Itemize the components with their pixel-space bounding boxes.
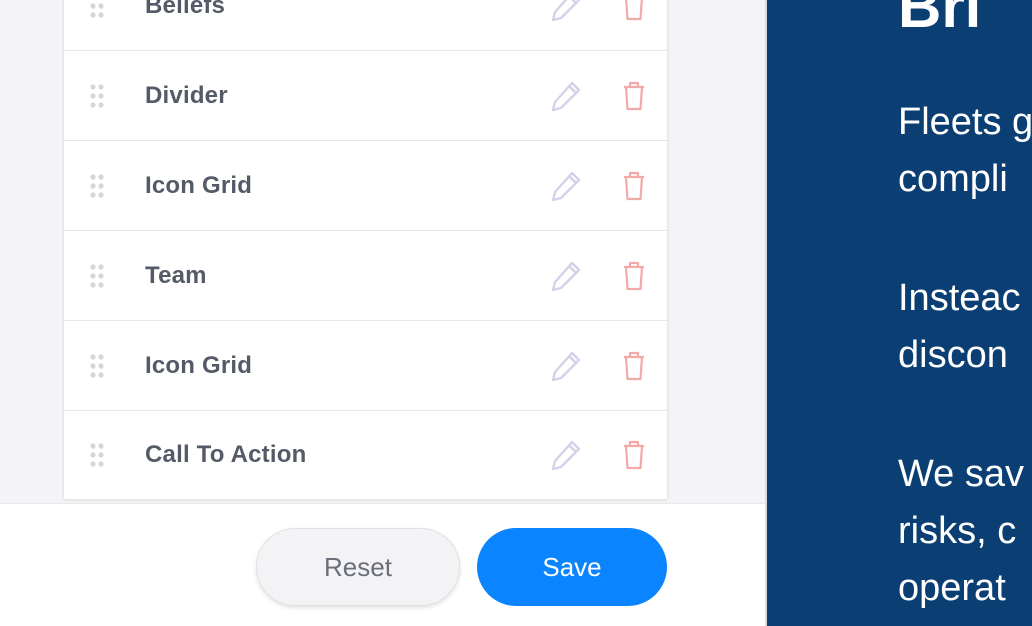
block-list: Beliefs Divider Icon Grid Team Icon Grid… [63,0,668,500]
block-row-divider[interactable]: Divider [64,51,667,141]
delete-button[interactable] [620,260,648,292]
pencil-icon [551,351,581,381]
pencil-icon [551,171,581,201]
preview-paragraph: Fleets g compli [898,94,1032,208]
block-row-team[interactable]: Team [64,231,667,321]
drag-handle-icon[interactable] [89,353,105,379]
block-row-beliefs[interactable]: Beliefs [64,0,667,51]
delete-button[interactable] [620,170,648,202]
edit-button[interactable] [548,78,584,114]
preview-line: operat [898,567,1006,609]
drag-handle-icon[interactable] [89,0,105,19]
pencil-icon [551,261,581,291]
preview-heading: Bri [898,0,982,40]
preview-line: Fleets g [898,101,1032,143]
drag-handle-icon[interactable] [89,173,105,199]
pencil-icon [551,81,581,111]
block-label: Icon Grid [145,171,253,199]
delete-button[interactable] [620,439,648,471]
preview-line: compli [898,158,1008,200]
block-label: Beliefs [145,0,226,19]
reset-button[interactable]: Reset [256,528,460,606]
block-label: Team [145,261,207,289]
block-editor-panel: Beliefs Divider Icon Grid Team Icon Grid… [0,0,765,626]
edit-button[interactable] [548,258,584,294]
pencil-icon [551,440,581,471]
edit-button[interactable] [548,168,584,204]
drag-handle-icon[interactable] [89,263,105,289]
block-row-call-to-action[interactable]: Call To Action [64,411,667,499]
block-row-icon-grid[interactable]: Icon Grid [64,321,667,411]
drag-handle-icon[interactable] [89,442,105,468]
preview-line: Insteac [898,277,1021,319]
block-label: Icon Grid [145,351,253,379]
pencil-icon [551,0,581,21]
edit-button[interactable] [548,0,584,24]
drag-handle-icon[interactable] [89,83,105,109]
block-label: Divider [145,81,228,109]
trash-icon [624,261,644,290]
trash-icon [624,171,644,200]
block-label: Call To Action [145,441,307,468]
trash-icon [625,0,643,20]
block-row-icon-grid[interactable]: Icon Grid [64,141,667,231]
trash-icon [624,81,644,110]
page-preview: Bri Fleets g compli Insteac discon We sa… [767,0,1032,626]
preview-line: We sav [898,453,1025,495]
edit-button[interactable] [548,348,584,384]
trash-icon [624,440,644,470]
trash-icon [624,351,644,380]
preview-paragraph: Insteac discon [898,270,1021,384]
preview-paragraph: We sav risks, c operat [898,446,1024,617]
delete-button[interactable] [620,80,648,112]
delete-button[interactable] [620,0,648,22]
delete-button[interactable] [620,350,648,382]
preview-line: discon [898,334,1008,376]
preview-line: risks, c [898,510,1017,552]
save-button[interactable]: Save [477,528,667,606]
edit-button[interactable] [548,437,584,473]
action-footer: Reset Save [0,503,765,626]
